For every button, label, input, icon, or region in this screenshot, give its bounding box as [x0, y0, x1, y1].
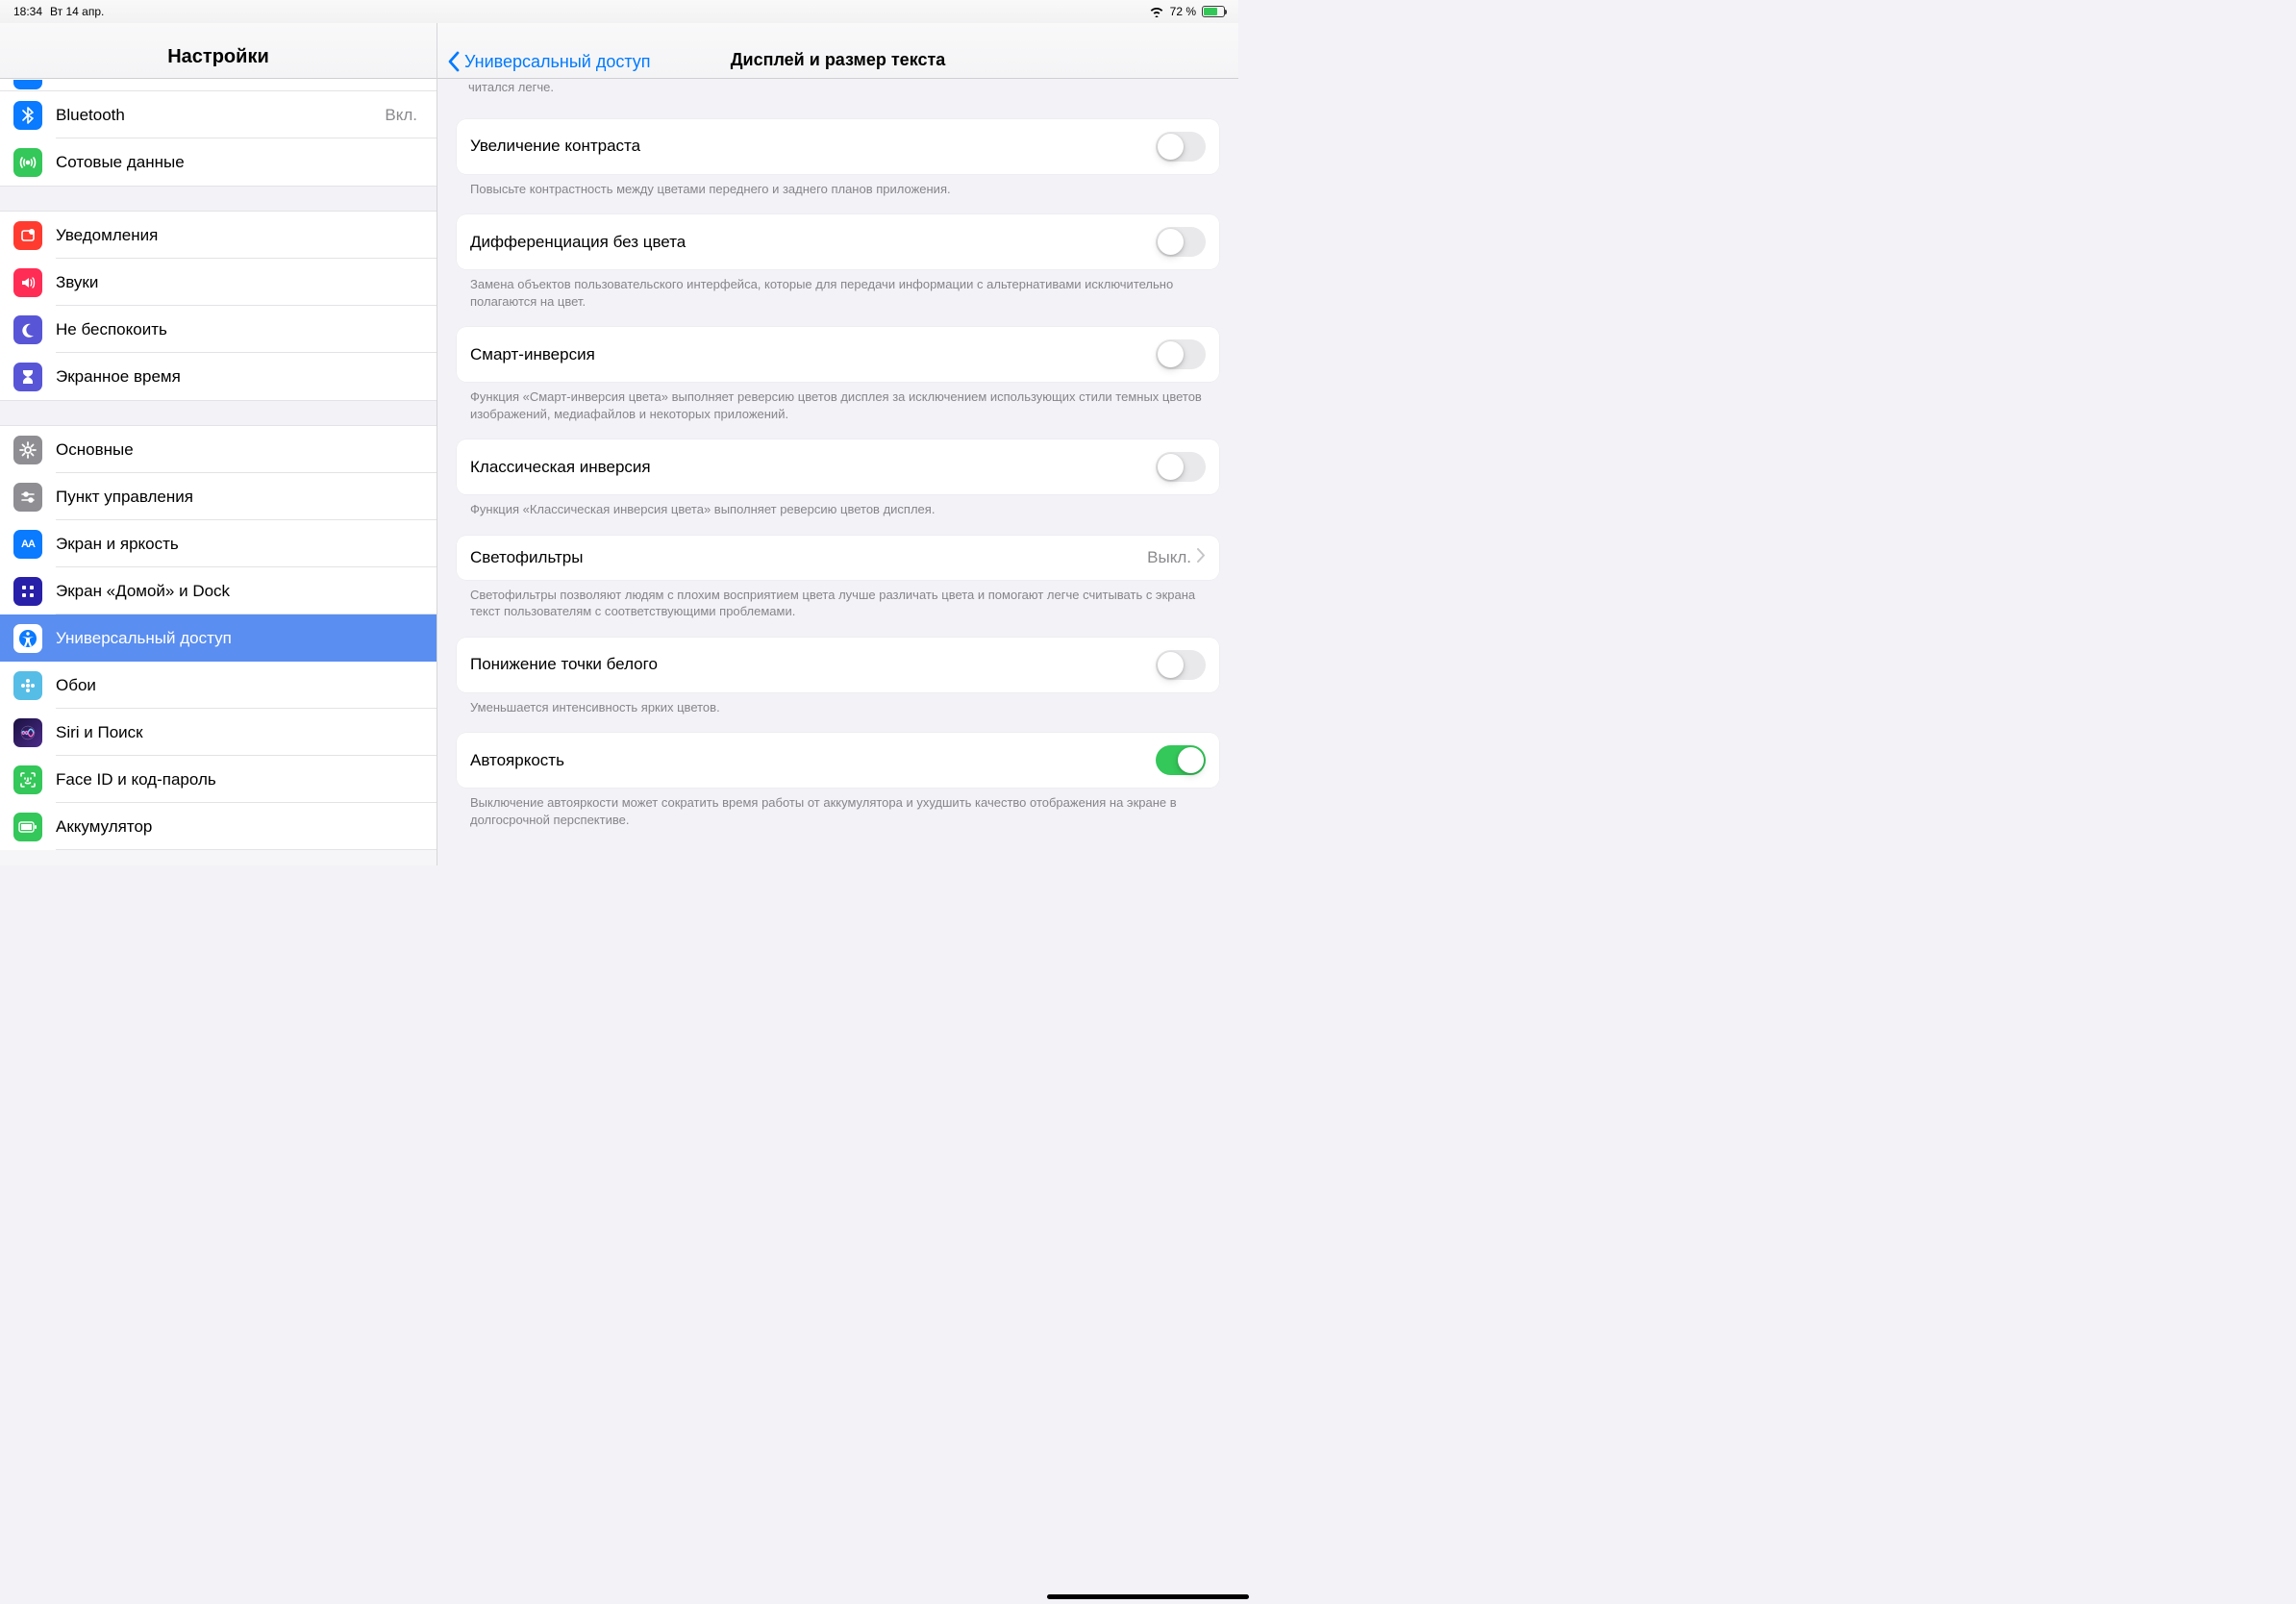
sidebar-item-accessibility[interactable]: Универсальный доступ: [0, 614, 437, 662]
sidebar-item-label: Bluetooth: [56, 106, 385, 125]
sidebar-item-label: Не беспокоить: [56, 320, 421, 339]
moon-icon: [13, 315, 42, 344]
row-description: Светофильтры позволяют людям с плохим во…: [457, 580, 1219, 620]
sidebar-item-label: Уведомления: [56, 226, 421, 245]
sliders-icon: [13, 483, 42, 512]
wifi-icon: [13, 80, 42, 89]
grid-icon: [13, 577, 42, 606]
sidebar-item-general[interactable]: Основные: [0, 426, 437, 473]
page-title: Дисплей и размер текста: [731, 50, 946, 70]
row-description: Повысьте контрастность между цветами пер…: [457, 174, 1219, 198]
speaker-icon: [13, 268, 42, 297]
sidebar-item-label: Основные: [56, 440, 421, 460]
sidebar-item-siri[interactable]: Siri и Поиск: [0, 709, 437, 756]
row-label: Автояркость: [470, 751, 1156, 770]
cutoff-description: читался легче.: [457, 79, 1219, 102]
sidebar-item-display[interactable]: AA Экран и яркость: [0, 520, 437, 567]
row-value: Выкл.: [1147, 548, 1191, 567]
sidebar-item-dnd[interactable]: Не беспокоить: [0, 306, 437, 353]
accessibility-icon: [13, 624, 42, 653]
row-color-filters[interactable]: Светофильтры Выкл.: [457, 536, 1219, 580]
row-label: Понижение точки белого: [470, 655, 1156, 674]
row-auto-brightness[interactable]: Автояркость: [457, 733, 1219, 788]
sidebar-item-label: Обои: [56, 676, 421, 695]
settings-sidebar: Настройки Bluetooth Вкл.: [0, 23, 437, 865]
toggle-increase-contrast[interactable]: [1156, 132, 1206, 162]
row-label: Светофильтры: [470, 548, 1147, 567]
back-label: Универсальный доступ: [464, 52, 651, 72]
row-label: Смарт-инверсия: [470, 345, 1156, 364]
bluetooth-icon: [13, 101, 42, 130]
detail-panel: Универсальный доступ Дисплей и размер те…: [437, 23, 1238, 865]
sidebar-item-value: Вкл.: [385, 106, 417, 125]
text-size-icon: AA: [13, 530, 42, 559]
sidebar-item-label: Экран «Домой» и Dock: [56, 582, 421, 601]
sidebar-item-label: Siri и Поиск: [56, 723, 421, 742]
sidebar-item-wifi[interactable]: [0, 79, 437, 90]
home-indicator[interactable]: [1047, 1594, 1249, 1599]
sidebar-item-label: Экранное время: [56, 367, 421, 387]
sidebar-item-label: Экран и яркость: [56, 535, 421, 554]
row-reduce-white-point[interactable]: Понижение точки белого: [457, 638, 1219, 692]
sidebar-item-wallpaper[interactable]: Обои: [0, 662, 437, 709]
row-description: Функция «Классическая инверсия цвета» вы…: [457, 494, 1219, 518]
sidebar-item-label: Face ID и код-пароль: [56, 770, 421, 789]
sidebar-item-notifications[interactable]: Уведомления: [0, 212, 437, 259]
battery-percent: 72 %: [1170, 5, 1196, 18]
battery-icon: [13, 813, 42, 841]
sidebar-item-label: Универсальный доступ: [56, 629, 421, 648]
sidebar-item-control-center[interactable]: Пункт управления: [0, 473, 437, 520]
toggle-auto-brightness[interactable]: [1156, 745, 1206, 775]
sidebar-item-home-dock[interactable]: Экран «Домой» и Dock: [0, 567, 437, 614]
antenna-icon: [13, 148, 42, 177]
toggle-smart-invert[interactable]: [1156, 339, 1206, 369]
sidebar-item-faceid[interactable]: Face ID и код-пароль: [0, 756, 437, 803]
faceid-icon: [13, 765, 42, 794]
status-time: 18:34: [13, 5, 42, 18]
row-label: Классическая инверсия: [470, 458, 1156, 477]
chevron-left-icon: [447, 51, 461, 72]
sidebar-item-screentime[interactable]: Экранное время: [0, 353, 437, 400]
row-description: Уменьшается интенсивность ярких цветов.: [457, 692, 1219, 716]
row-increase-contrast[interactable]: Увеличение контраста: [457, 119, 1219, 174]
sidebar-title: Настройки: [0, 23, 437, 79]
status-bar: 18:34 Вт 14 апр. 72 %: [0, 0, 1238, 23]
hourglass-icon: [13, 363, 42, 391]
toggle-classic-invert[interactable]: [1156, 452, 1206, 482]
sidebar-item-label: Звуки: [56, 273, 421, 292]
row-differentiate-without-color[interactable]: Дифференциация без цвета: [457, 214, 1219, 269]
bell-icon: [13, 221, 42, 250]
gear-icon: [13, 436, 42, 464]
row-description: Выключение автояркости может сократить в…: [457, 788, 1219, 828]
row-description: Функция «Смарт-инверсия цвета» выполняет…: [457, 382, 1219, 422]
sidebar-item-cellular[interactable]: Сотовые данные: [0, 138, 437, 186]
row-classic-invert[interactable]: Классическая инверсия: [457, 439, 1219, 494]
back-button[interactable]: Универсальный доступ: [447, 51, 651, 72]
toggle-differentiate[interactable]: [1156, 227, 1206, 257]
siri-icon: [13, 718, 42, 747]
sidebar-item-sounds[interactable]: Звуки: [0, 259, 437, 306]
row-description: Замена объектов пользовательского интерф…: [457, 269, 1219, 310]
toggle-reduce-white-point[interactable]: [1156, 650, 1206, 680]
battery-icon: [1202, 6, 1225, 17]
sidebar-item-bluetooth[interactable]: Bluetooth Вкл.: [0, 91, 437, 138]
wifi-icon: [1149, 6, 1164, 17]
row-label: Увеличение контраста: [470, 137, 1156, 156]
sidebar-item-battery[interactable]: Аккумулятор: [0, 803, 437, 850]
sidebar-item-label: Сотовые данные: [56, 153, 421, 172]
sidebar-item-label: Аккумулятор: [56, 817, 421, 837]
chevron-right-icon: [1197, 548, 1206, 567]
sidebar-item-label: Пункт управления: [56, 488, 421, 507]
flower-icon: [13, 671, 42, 700]
status-date: Вт 14 апр.: [50, 5, 104, 18]
row-smart-invert[interactable]: Смарт-инверсия: [457, 327, 1219, 382]
row-label: Дифференциация без цвета: [470, 233, 1156, 252]
